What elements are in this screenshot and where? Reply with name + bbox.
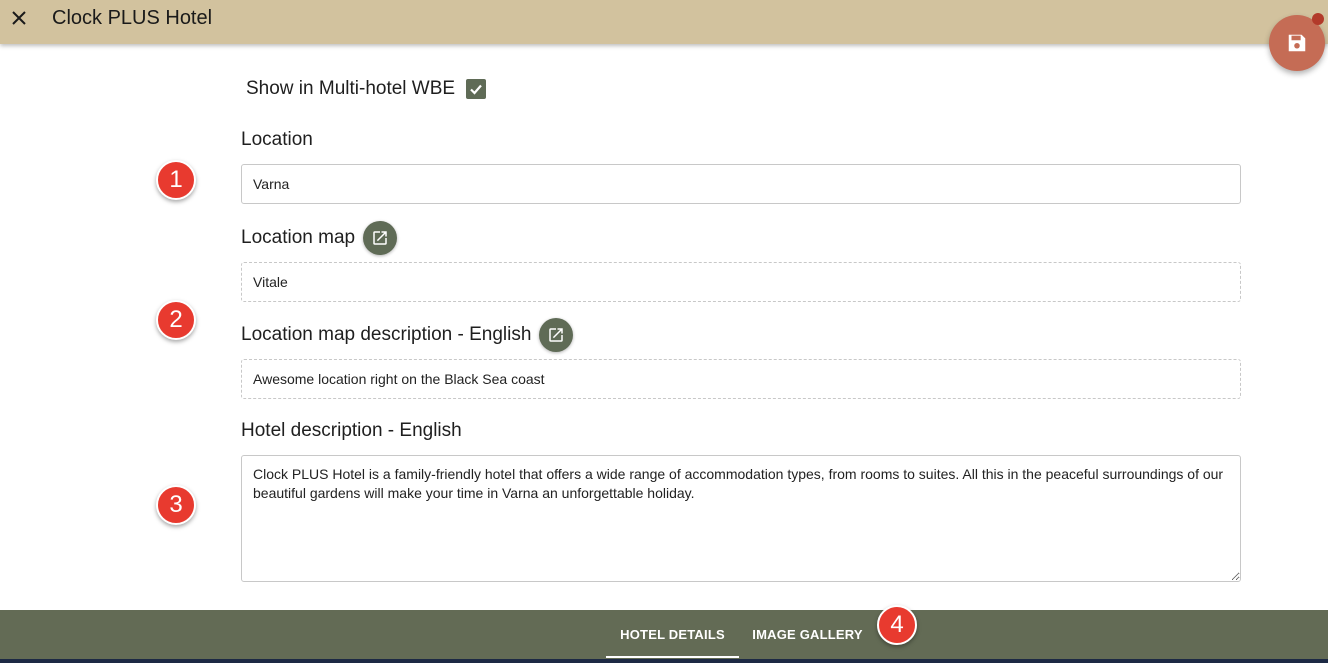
hotel-description-label: Hotel description - English	[241, 420, 462, 441]
location-map-description-open-button[interactable]	[539, 318, 574, 352]
location-map-description-label-row: Location map description - English	[241, 318, 574, 352]
multi-hotel-label: Show in Multi-hotel WBE	[246, 78, 456, 99]
annotation-badge-4: 4	[877, 605, 917, 645]
tab-image-gallery[interactable]: IMAGE GALLERY	[741, 610, 874, 658]
hotel-description-textarea[interactable]: Clock PLUS Hotel is a family-friendly ho…	[241, 455, 1241, 582]
check-icon	[470, 84, 482, 95]
location-map-description-input[interactable]	[241, 359, 1241, 399]
page-title: Clock PLUS Hotel	[52, 7, 213, 29]
multi-hotel-checkbox[interactable]	[466, 79, 487, 99]
location-map-description-label: Location map description - English	[241, 324, 532, 345]
location-map-label-row: Location map	[241, 221, 398, 255]
location-label: Location	[241, 129, 313, 150]
annotation-badge-2: 2	[156, 300, 196, 340]
annotation-badge-3: 3	[156, 485, 196, 525]
app-header: Clock PLUS Hotel	[0, 0, 1328, 44]
location-map-open-button[interactable]	[363, 221, 398, 255]
tab-bar: HOTEL DETAILS IMAGE GALLERY	[0, 610, 1328, 663]
tab-hotel-details[interactable]: HOTEL DETAILS	[606, 610, 739, 658]
open-in-new-icon	[549, 328, 564, 342]
open-in-new-icon	[373, 231, 387, 245]
location-map-input[interactable]	[241, 262, 1241, 302]
multi-hotel-row: Show in Multi-hotel WBE	[246, 77, 487, 101]
tab-bar-bottom-edge	[0, 659, 1328, 663]
location-map-label: Location map	[241, 227, 356, 248]
annotation-badge-1: 1	[156, 160, 196, 200]
close-icon	[12, 11, 26, 25]
location-input[interactable]	[241, 164, 1241, 204]
close-button[interactable]	[8, 7, 30, 29]
floppy-disk-icon	[1288, 34, 1306, 52]
unsaved-indicator	[1312, 13, 1324, 25]
